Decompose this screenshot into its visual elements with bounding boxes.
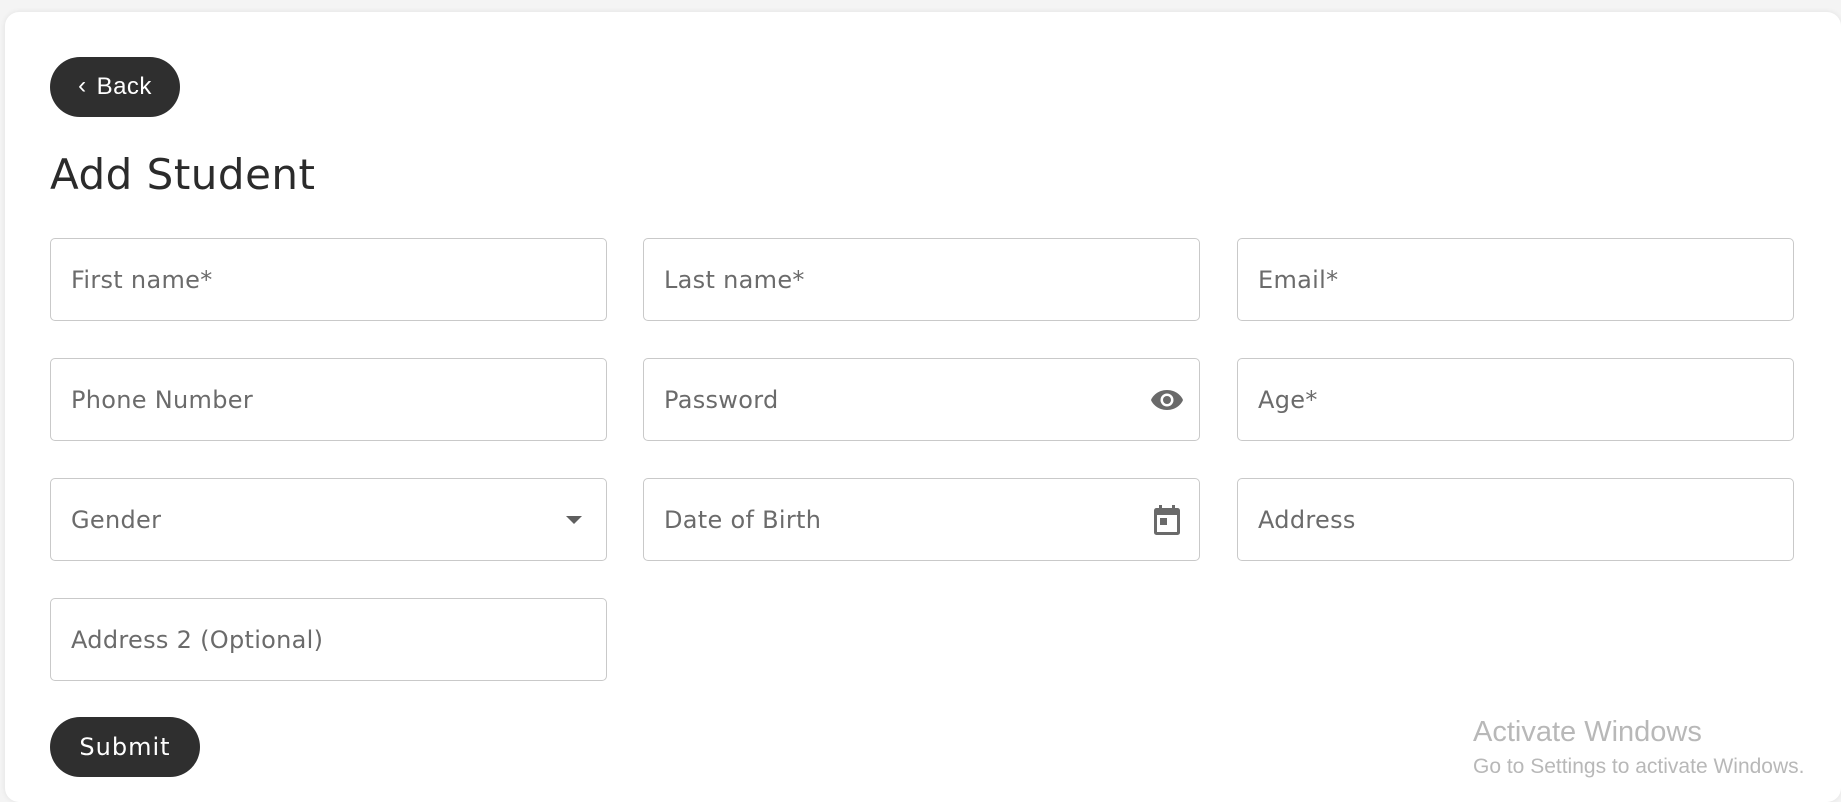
first-name-field (50, 238, 607, 321)
last-name-field (643, 238, 1200, 321)
chevron-left-icon: ‹ (78, 72, 87, 99)
gender-select-label: Gender (71, 505, 162, 534)
date-of-birth-field (643, 478, 1200, 561)
last-name-input[interactable] (644, 239, 1199, 320)
back-button-label: Back (96, 73, 152, 100)
submit-button[interactable]: Submit (50, 717, 200, 777)
first-name-input[interactable] (51, 239, 606, 320)
address-2-input[interactable] (51, 599, 606, 680)
watermark-title: Activate Windows (1473, 716, 1702, 748)
watermark-subtitle: Go to Settings to activate Windows. (1473, 755, 1805, 778)
age-input[interactable] (1238, 359, 1793, 440)
address-2-field (50, 598, 607, 681)
email-field (1237, 238, 1794, 321)
calendar-icon[interactable] (1149, 502, 1185, 538)
date-of-birth-input[interactable] (644, 479, 1199, 560)
back-button[interactable]: ‹ Back (50, 57, 180, 117)
dropdown-arrow-icon[interactable] (556, 502, 592, 538)
eye-icon[interactable] (1149, 382, 1185, 418)
password-field (643, 358, 1200, 441)
address-field (1237, 478, 1794, 561)
phone-input[interactable] (51, 359, 606, 440)
email-input[interactable] (1238, 239, 1793, 320)
age-field (1237, 358, 1794, 441)
address-input[interactable] (1238, 479, 1793, 560)
password-input[interactable] (644, 359, 1199, 440)
page-title: Add Student (50, 150, 316, 199)
phone-field (50, 358, 607, 441)
activate-windows-watermark: Activate Windows Go to Settings to activ… (1473, 716, 1805, 779)
gender-select[interactable]: Gender (50, 478, 607, 561)
